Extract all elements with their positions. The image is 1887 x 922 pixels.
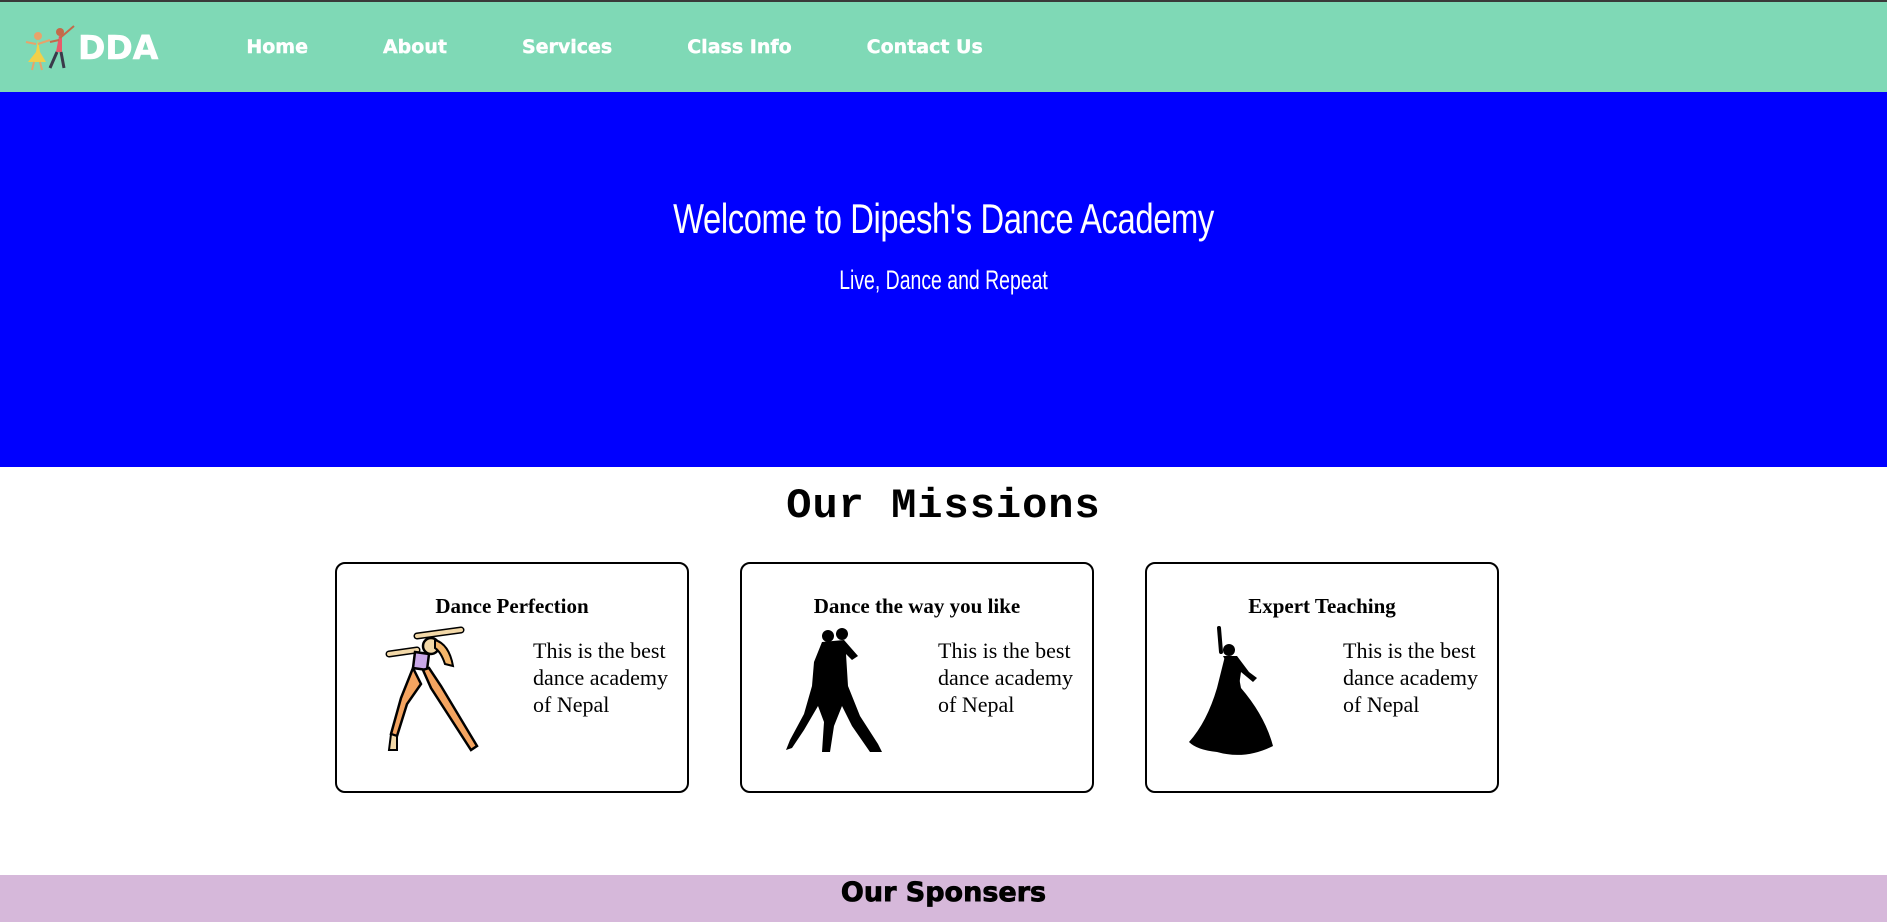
brand-name: DDA: [78, 27, 159, 67]
dancing-couple-logo-icon: [25, 25, 75, 71]
card-title: Dance the way you like: [813, 594, 1021, 618]
sponsors-heading: Our Sponsers: [840, 877, 1047, 909]
nav-link-class-info[interactable]: Class Info: [687, 36, 792, 58]
missions-heading: Our Missions: [786, 482, 1101, 530]
mission-card-expert-teaching: Expert Teaching This is the best dance a…: [1145, 562, 1499, 793]
brand[interactable]: DDA: [24, 22, 159, 72]
tango-couple-icon: [786, 628, 882, 752]
hero-banner: Welcome to Dipesh's Dance Academy Live, …: [0, 92, 1887, 467]
sponsors-section: Our Sponsers: [0, 875, 1887, 922]
nav-link-services[interactable]: Services: [522, 36, 613, 58]
nav-link-contact-us[interactable]: Contact Us: [866, 36, 983, 58]
nav-link-about[interactable]: About: [383, 36, 447, 58]
hero-title: Welcome to Dipesh's Dance Academy: [673, 195, 1214, 242]
mission-card-dance-the-way-you-like: Dance the way you like This is the best …: [740, 562, 1094, 793]
mission-card-dance-perfection: Dance Perfection This is the best dance …: [335, 562, 689, 793]
card-title: Dance Perfection: [435, 594, 589, 618]
hero-subtitle: Live, Dance and Repeat: [839, 265, 1048, 295]
card-text: This is the best dance academy of Nepal: [938, 638, 1073, 717]
solo-dancer-icon: [385, 626, 479, 752]
card-text: This is the best dance academy of Nepal: [533, 638, 668, 717]
card-title: Expert Teaching: [1248, 594, 1396, 618]
nav-link-home[interactable]: Home: [246, 36, 308, 58]
flamenco-dancer-icon: [1189, 626, 1273, 755]
nav-links: Home About Services Class Info Contact U…: [246, 36, 1057, 58]
card-text: This is the best dance academy of Nepal: [1343, 638, 1478, 717]
navbar: DDA Home About Services Class Info Conta…: [0, 0, 1887, 92]
